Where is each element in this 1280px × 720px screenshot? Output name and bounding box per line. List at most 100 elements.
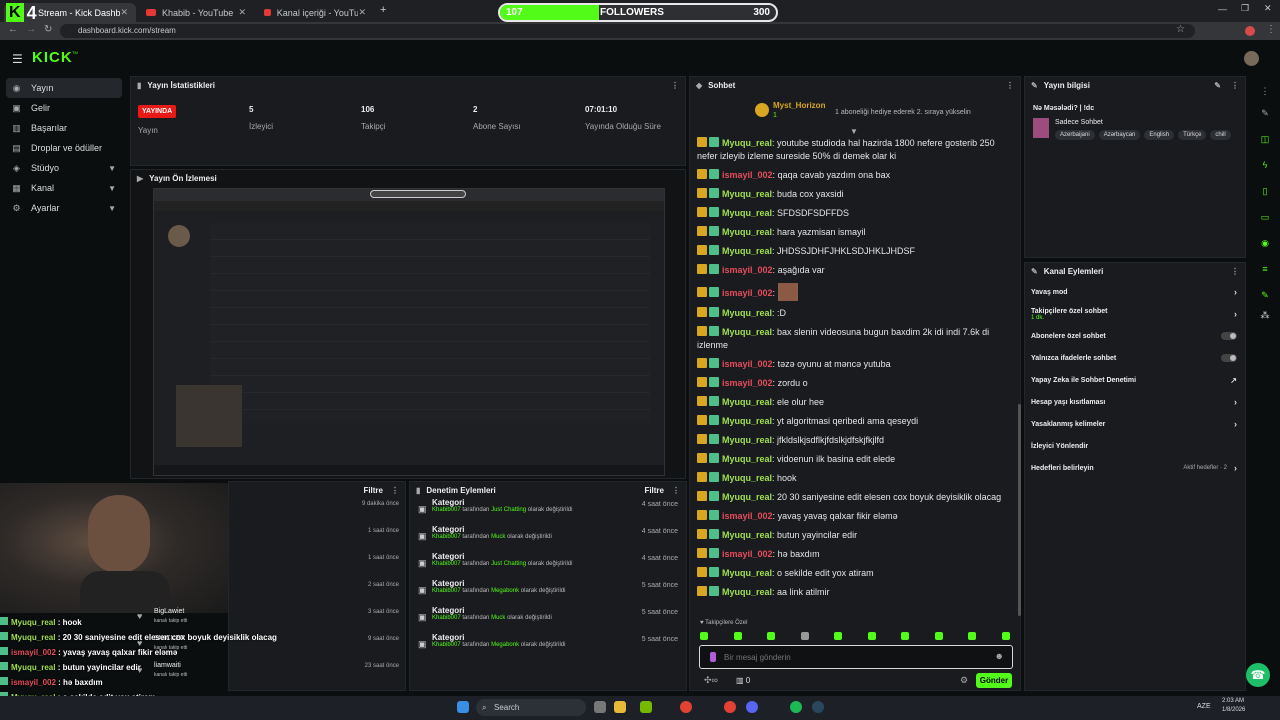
hamburger-menu-icon[interactable]: ☰ (12, 52, 23, 66)
chat-username[interactable]: ismayil_002 (722, 288, 773, 298)
emote-icon[interactable] (800, 632, 809, 640)
tag-chip[interactable]: Türkçe (1178, 130, 1207, 140)
language-indicator[interactable]: AZE (1197, 703, 1211, 710)
emote-icon[interactable] (968, 632, 977, 640)
discord-icon[interactable] (746, 701, 758, 713)
sidebar-item-studio[interactable]: ◈ Stüdyo ▼ (6, 158, 122, 178)
tab-youtube-studio[interactable]: Kanal içeriği - YouTube Studio ✕ (256, 3, 374, 22)
chat-username[interactable]: Myuqu_real (722, 246, 772, 256)
emote-icon[interactable] (767, 632, 776, 640)
tag-chip[interactable]: English (1144, 130, 1175, 140)
chrome-icon[interactable] (680, 701, 692, 713)
channel-action-row[interactable]: Hedefleri belirleyin Aktif hedefler · 2 › (1025, 457, 1245, 479)
wrench-icon[interactable]: ✎ (1258, 288, 1272, 302)
send-button[interactable]: Gönder (976, 673, 1012, 688)
windows-start-icon[interactable] (457, 701, 469, 713)
activity-user[interactable]: BigLawiet (154, 608, 184, 615)
taskbar-search[interactable]: ⌕ Search (476, 699, 586, 716)
sliders-icon[interactable]: ≡ (1258, 262, 1272, 276)
emoji-icon[interactable]: ☻ (995, 651, 1004, 661)
filter-button[interactable]: Filtre (363, 486, 383, 495)
chrome-active-icon[interactable] (724, 701, 736, 713)
file-explorer-icon[interactable] (614, 701, 626, 713)
clock-time[interactable]: 2:03 AM (1222, 698, 1244, 704)
chat-tools-icon[interactable]: ✣∞ (704, 675, 718, 686)
edit-icon[interactable]: ✎ (1258, 106, 1272, 120)
layout-icon[interactable]: ◫ (1258, 132, 1272, 146)
sidebar-item-settings[interactable]: ⚙ Ayarlar ▼ (6, 198, 122, 218)
reload-icon[interactable]: ↻ (44, 24, 52, 35)
chat-username[interactable]: ismayil_002 (722, 549, 773, 559)
new-tab-button[interactable]: + (380, 4, 386, 16)
tag-chip[interactable]: Azərbaycan (1098, 130, 1141, 140)
lightning-icon[interactable]: ϟ (1258, 158, 1272, 172)
filter-button[interactable]: Filtre (644, 486, 664, 495)
more-options-icon[interactable]: ⋮ (1231, 267, 1239, 276)
emote-icon[interactable] (834, 632, 843, 640)
channel-action-row[interactable]: Takipçilere özel sohbet 1 dk. › (1025, 303, 1245, 325)
chat-username[interactable]: Myuqu_real (722, 308, 772, 318)
maximize-button[interactable]: ❐ (1241, 3, 1249, 14)
more-options-icon[interactable]: ⋮ (1231, 81, 1239, 90)
close-icon[interactable]: ✕ (120, 7, 128, 18)
more-options-icon[interactable]: ⋮ (391, 486, 399, 495)
broadcast-icon[interactable]: ◉ (1258, 236, 1272, 250)
chat-username[interactable]: Myuqu_real (722, 208, 772, 218)
spotify-icon[interactable] (790, 701, 802, 713)
close-icon[interactable]: ✕ (358, 7, 366, 18)
chat-username[interactable]: ismayil_002 (722, 265, 773, 275)
channel-action-row[interactable]: Yavaş mod › (1025, 281, 1245, 303)
emote-icon[interactable] (1001, 632, 1010, 640)
support-chat-button[interactable]: ☎ (1246, 663, 1270, 687)
chat-scrollbar[interactable] (1018, 404, 1021, 616)
moderator-name[interactable]: Khabib007 (432, 561, 461, 567)
chat-username[interactable]: Myuqu_real (722, 189, 772, 199)
task-view-icon[interactable] (594, 701, 606, 713)
url-input[interactable]: dashboard.kick.com/stream (60, 24, 1195, 38)
chat-message-input[interactable] (724, 650, 984, 664)
chat-username[interactable]: Myuqu_real (722, 587, 772, 597)
chat-username[interactable]: Myuqu_real (722, 492, 772, 502)
chevron-down-icon[interactable]: ▼ (850, 127, 858, 136)
toggle-switch[interactable] (1221, 332, 1237, 340)
tag-chip[interactable]: Azerbaijani (1055, 130, 1095, 140)
moderator-name[interactable]: Khabib007 (432, 588, 461, 594)
sidebar-item-drops[interactable]: ▤ Droplar ve ödüller (6, 138, 122, 158)
channel-action-row[interactable]: Yasaklanmış kelimeler › (1025, 413, 1245, 435)
stream-preview-video[interactable] (153, 188, 665, 476)
avatar[interactable] (1244, 51, 1259, 66)
chat-username[interactable]: ismayil_002 (722, 378, 773, 388)
integrations-icon[interactable]: ⁂ (1258, 308, 1272, 322)
bookmark-icon[interactable]: ☆ (1176, 24, 1185, 35)
tab-youtube[interactable]: Khabib - YouTube ✕ (138, 3, 254, 22)
chat-username[interactable]: Myuqu_real (722, 327, 772, 337)
moderator-name[interactable]: Khabib007 (432, 615, 461, 621)
steam-icon[interactable] (812, 701, 824, 713)
sidebar-item-channel[interactable]: ▦ Kanal ▼ (6, 178, 122, 198)
more-options-icon[interactable]: ⋮ (1258, 84, 1272, 98)
profile-icon[interactable] (1245, 26, 1255, 36)
forward-icon[interactable]: → (26, 24, 36, 35)
emote-icon[interactable] (934, 632, 943, 640)
channel-action-row[interactable]: Abonelere özel sohbet (1025, 325, 1245, 347)
chat-username[interactable]: Myuqu_real (722, 454, 772, 464)
chat-username[interactable]: Myuqu_real (722, 473, 772, 483)
channel-action-row[interactable]: Hesap yaşı kısıtlaması › (1025, 391, 1245, 413)
chat-username[interactable]: Myuqu_real (722, 138, 772, 148)
emote-icon[interactable] (867, 632, 876, 640)
chat-username[interactable]: ismayil_002 (722, 511, 773, 521)
moderator-name[interactable]: Khabib007 (432, 507, 461, 513)
emote-icon[interactable] (700, 632, 708, 640)
chat-settings-icon[interactable]: ⚙ (960, 675, 968, 686)
moderator-name[interactable]: Khabib007 (432, 534, 461, 540)
document-icon[interactable]: ▯ (1258, 184, 1272, 198)
more-options-icon[interactable]: ⋮ (671, 81, 679, 90)
edit-icon[interactable]: ✎ (1214, 81, 1221, 90)
chat-input-box[interactable]: ☻ (699, 645, 1013, 669)
chat-username[interactable]: Myuqu_real (722, 568, 772, 578)
clock-date[interactable]: 1/8/2026 (1222, 707, 1245, 713)
nvidia-icon[interactable] (640, 701, 652, 713)
back-icon[interactable]: ← (8, 24, 18, 35)
more-options-icon[interactable]: ⋮ (1006, 81, 1014, 90)
more-options-icon[interactable]: ⋮ (672, 486, 680, 495)
